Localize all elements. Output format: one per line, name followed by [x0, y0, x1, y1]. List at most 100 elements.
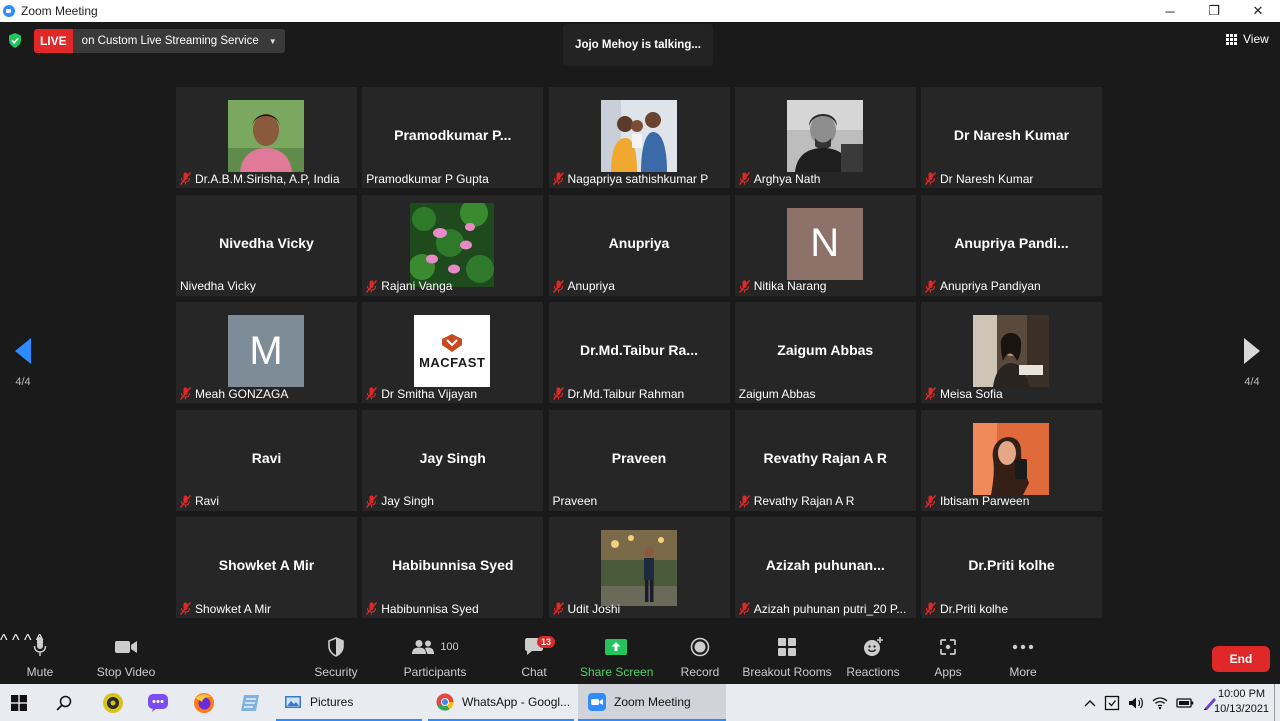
participant-tile[interactable]: MACFAST Dr Smitha Vijayan — [362, 302, 544, 403]
pinned-app-notes[interactable] — [234, 684, 266, 721]
tray-update-icon[interactable] — [1104, 695, 1120, 711]
live-service-dropdown[interactable]: on Custom Live Streaming Service ▼ — [72, 29, 285, 53]
muted-microphone-icon — [925, 602, 936, 615]
participant-tile[interactable]: Dr.Priti kolhe Dr.Priti kolhe — [921, 517, 1102, 618]
participant-display-name: Dr.Priti kolhe — [968, 557, 1055, 573]
participant-name-label: Dr.Priti kolhe — [923, 600, 1010, 617]
muted-microphone-icon — [925, 279, 936, 293]
share-screen-icon — [605, 639, 627, 655]
record-icon — [690, 637, 710, 657]
participant-tile[interactable]: Rajani Vanga — [362, 194, 544, 296]
start-button[interactable] — [0, 684, 38, 721]
participant-name: Jay Singh — [381, 494, 434, 508]
show-desktop-button[interactable] — [1274, 684, 1280, 721]
battery-icon[interactable] — [1176, 697, 1194, 709]
participant-tile[interactable]: N Nitika Narang — [734, 194, 916, 296]
participant-tile[interactable]: Habibunnisa Syed Habibunnisa Syed — [362, 517, 544, 618]
taskbar-zoom-meeting[interactable]: Zoom Meeting — [578, 684, 726, 721]
video-camera-icon — [115, 641, 137, 653]
apps-button[interactable]: Apps — [926, 632, 970, 684]
live-service-label: on Custom Live Streaming Service — [81, 35, 259, 47]
participant-tile[interactable]: Showket A Mir Showket A Mir — [176, 517, 357, 618]
pinned-app-firefox[interactable] — [188, 684, 220, 721]
participant-display-name: Revathy Rajan A R — [763, 449, 887, 466]
pinned-app-messenger[interactable] — [142, 684, 174, 721]
tray-chevron-up-icon[interactable] — [1084, 699, 1096, 707]
participant-tile[interactable]: Jay Singh Jay Singh — [362, 409, 544, 511]
participant-tile[interactable]: Nivedha Vicky Nivedha Vicky — [176, 194, 357, 296]
more-label: More — [1009, 665, 1037, 679]
participant-tile[interactable]: Praveen Praveen — [548, 409, 730, 511]
muted-microphone-icon — [738, 279, 750, 293]
taskbar-pictures[interactable]: Pictures — [276, 684, 422, 721]
muted-microphone-icon — [738, 172, 750, 185]
more-button[interactable]: More — [1001, 632, 1045, 684]
participant-tile[interactable]: Zaigum Abbas Zaigum Abbas — [734, 302, 916, 403]
audio-options-caret[interactable]: ^ — [0, 632, 8, 649]
participant-tile[interactable]: Anupriya Pandi... Anupriya Pandiyan — [921, 194, 1102, 296]
record-button[interactable]: Record — [678, 632, 722, 684]
participant-name: Anupriya Pandiyan — [940, 279, 1041, 293]
participant-tile[interactable]: Udit Joshi — [548, 517, 730, 618]
participant-name-label: Udit Joshi — [551, 600, 623, 617]
participant-name: Azizah puhunan putri_20 P... — [753, 601, 907, 616]
view-button[interactable]: View — [1226, 32, 1269, 46]
participant-tile[interactable]: M Meah GONZAGA — [176, 302, 357, 403]
security-button[interactable]: Security — [308, 632, 364, 684]
notes-app-icon — [241, 694, 259, 711]
muted-microphone-icon — [552, 387, 564, 400]
muted-microphone-icon — [180, 494, 191, 508]
pinned-app-emblem[interactable] — [96, 684, 130, 721]
participant-name: Rajani Vanga — [381, 279, 453, 293]
participants-button[interactable]: 100 Participants — [400, 632, 470, 684]
participant-tile[interactable]: Pramodkumar P... Pramodkumar P Gupta — [362, 87, 544, 188]
mute-button[interactable]: Mute — [20, 632, 60, 684]
participant-tile[interactable]: Dr.Md.Taibur Ra... Dr.Md.Taibur Rahman — [548, 302, 730, 403]
next-page-button[interactable]: 4/4 — [1232, 338, 1272, 388]
participant-tile[interactable]: Azizah puhunan... Azizah puhunan putri_20… — [734, 517, 916, 618]
share-screen-button[interactable]: Share Screen — [580, 632, 653, 684]
participant-tile[interactable]: Ravi Ravi — [176, 409, 357, 511]
chat-button[interactable]: 13 Chat — [512, 632, 556, 684]
participant-name-label: Dr.A.B.M.Sirisha, A.P, India — [178, 170, 342, 187]
participant-display-name: Nivedha Vicky — [219, 234, 314, 251]
participant-tile[interactable]: Revathy Rajan A R Revathy Rajan A R — [734, 409, 916, 511]
macfast-logo-text: MACFAST — [419, 354, 486, 370]
previous-page-button[interactable]: 4/4 — [3, 338, 43, 388]
letter-avatar: M — [228, 315, 304, 387]
participant-tile[interactable]: Dr.A.B.M.Sirisha, A.P, India — [176, 87, 357, 188]
participant-display-name: Zaigum Abbas — [777, 342, 874, 358]
zoom-window: Zoom Meeting ─ ❐ ✕ LIVE on Custom Live S… — [0, 0, 1280, 721]
volume-icon[interactable] — [1128, 696, 1144, 710]
stop-video-button[interactable]: Stop Video — [94, 632, 158, 684]
participant-photo — [786, 100, 863, 172]
minimize-button[interactable]: ─ — [1148, 0, 1192, 22]
end-meeting-button[interactable]: End — [1212, 646, 1270, 672]
restore-button[interactable]: ❐ — [1192, 0, 1236, 22]
participant-tile[interactable]: Ibtisam Parween — [921, 409, 1102, 511]
participant-name: Meisa Sofia — [940, 386, 1003, 401]
participant-tile[interactable]: Meisa Sofia — [921, 302, 1102, 403]
participant-name: Ibtisam Parween — [940, 494, 1030, 508]
encryption-shield-icon[interactable] — [8, 33, 22, 48]
video-options-caret[interactable]: ^ — [12, 632, 20, 649]
participant-name-label: Azizah puhunan putri_20 P... — [737, 600, 909, 617]
participants-label: Participants — [403, 665, 467, 679]
reactions-button[interactable]: Reactions — [846, 632, 900, 684]
search-taskbar-button[interactable] — [44, 684, 84, 721]
participant-tile[interactable]: Anupriya Anupriya — [548, 194, 730, 296]
participant-tile[interactable]: Nagapriya sathishkumar P — [548, 87, 730, 188]
participant-tile[interactable]: Dr Naresh Kumar Dr Naresh Kumar — [921, 87, 1102, 188]
wifi-icon[interactable] — [1152, 696, 1168, 710]
live-stream-indicator[interactable]: LIVE on Custom Live Streaming Service ▼ — [34, 29, 285, 53]
close-button[interactable]: ✕ — [1236, 0, 1280, 22]
participant-name: Dr Naresh Kumar — [940, 171, 1034, 186]
taskbar-whatsapp-chrome[interactable]: WhatsApp - Googl... — [428, 684, 574, 721]
participant-tile[interactable]: Arghya Nath — [734, 87, 916, 188]
taskbar-pictures-label: Pictures — [310, 694, 354, 709]
system-clock[interactable]: 10:00 PM 10/13/2021 — [1214, 687, 1269, 717]
breakout-rooms-label: Breakout Rooms — [742, 665, 832, 679]
muted-microphone-icon — [366, 279, 378, 293]
chat-app-icon — [148, 693, 168, 712]
breakout-rooms-button[interactable]: Breakout Rooms — [742, 632, 832, 684]
